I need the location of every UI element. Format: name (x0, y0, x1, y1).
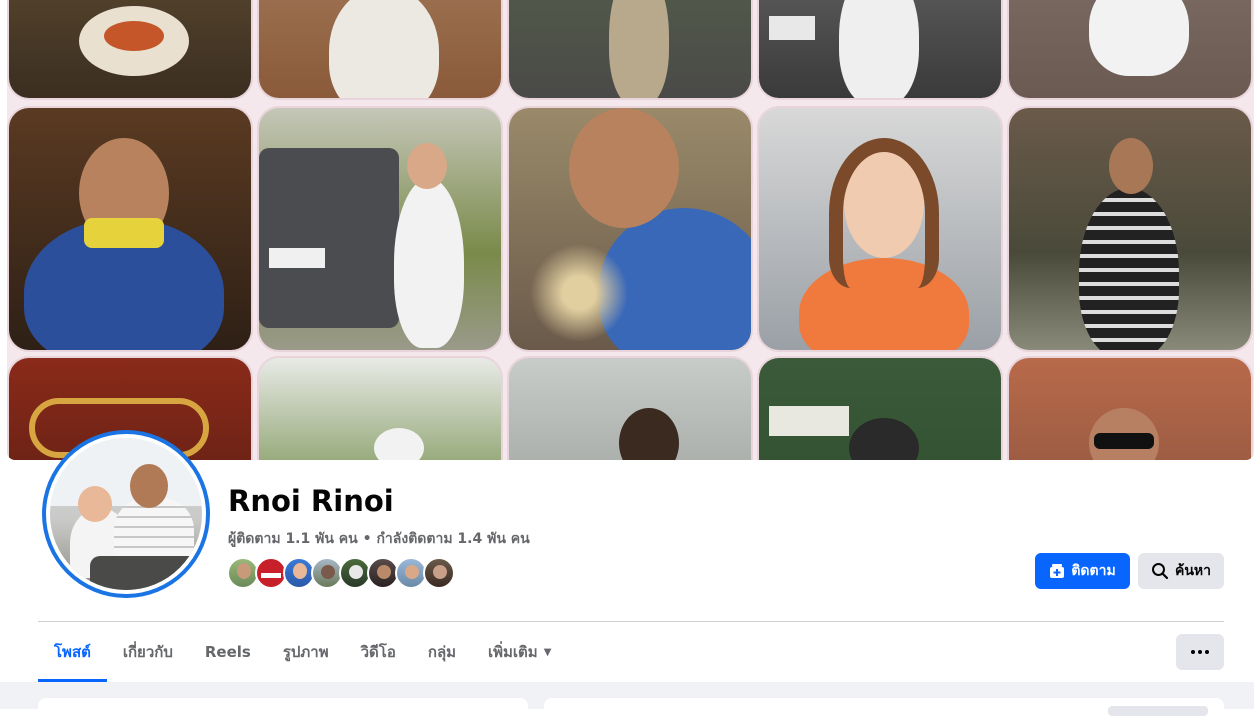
tab-label: Reels (204, 643, 251, 661)
cover-tile (1007, 0, 1253, 100)
filter-button[interactable] (1108, 706, 1208, 716)
tab-about[interactable]: เกี่ยวกับ (107, 622, 189, 682)
followers-count[interactable]: ผู้ติดตาม 1.1 พัน คน (228, 531, 358, 547)
follow-stats: ผู้ติดตาม 1.1 พัน คน • กำลังติดตาม 1.4 พ… (228, 528, 530, 550)
friend-avatar[interactable] (423, 557, 455, 589)
profile-avatar[interactable] (42, 430, 210, 598)
cover-tile (7, 106, 253, 352)
cover-tile (257, 0, 503, 100)
following-count[interactable]: กำลังติดตาม 1.4 พัน คน (376, 531, 529, 547)
search-button[interactable]: ค้นหา (1138, 553, 1224, 589)
tab-groups[interactable]: กลุ่ม (412, 622, 472, 682)
more-horizontal-icon (1191, 650, 1195, 654)
tab-label: เพิ่มเติม (488, 643, 538, 661)
cover-tile (757, 0, 1003, 100)
more-horizontal-icon-dot (1198, 650, 1202, 654)
tab-label: วิดีโอ (360, 643, 396, 661)
avatar-photo (50, 438, 202, 590)
follow-button-label: ติดตาม (1071, 563, 1116, 579)
person-add-icon (1050, 564, 1065, 578)
tab-label: เกี่ยวกับ (122, 643, 173, 661)
caret-down-icon: ▼ (543, 646, 552, 658)
follow-button[interactable]: ติดตาม (1035, 553, 1130, 589)
profile-name: Rnoi Rinoi (228, 484, 394, 518)
intro-card (38, 698, 528, 718)
tab-more[interactable]: เพิ่มเติม ▼ (472, 622, 567, 682)
cover-tile (7, 0, 253, 100)
tab-reels[interactable]: Reels (189, 622, 267, 682)
tab-label: รูปภาพ (282, 643, 329, 661)
stats-separator: • (362, 531, 372, 547)
tab-videos[interactable]: วิดีโอ (345, 622, 412, 682)
profile-tabs: โพสต์ เกี่ยวกับ Reels รูปภาพ วิดีโอ กลุ่… (38, 622, 567, 682)
cover-photo[interactable] (7, 0, 1254, 460)
mutual-friends-avatars (227, 557, 455, 589)
cover-tile (257, 356, 503, 460)
cover-tile (1007, 356, 1253, 460)
cover-tile (757, 356, 1003, 460)
cover-tile (507, 106, 753, 352)
tab-photos[interactable]: รูปภาพ (267, 622, 345, 682)
more-horizontal-icon-dot (1205, 650, 1209, 654)
cover-tile (757, 106, 1003, 352)
cover-tile (507, 356, 753, 460)
tab-posts[interactable]: โพสต์ (38, 622, 107, 682)
tab-label: โพสต์ (54, 643, 91, 661)
cover-tile (1007, 106, 1253, 352)
more-options-button[interactable] (1176, 634, 1224, 670)
tab-label: กลุ่ม (427, 643, 457, 661)
search-icon (1151, 563, 1169, 580)
cover-tile (257, 106, 503, 352)
cover-tile (507, 0, 753, 100)
search-button-label: ค้นหา (1174, 563, 1212, 579)
posts-card (544, 698, 1224, 718)
